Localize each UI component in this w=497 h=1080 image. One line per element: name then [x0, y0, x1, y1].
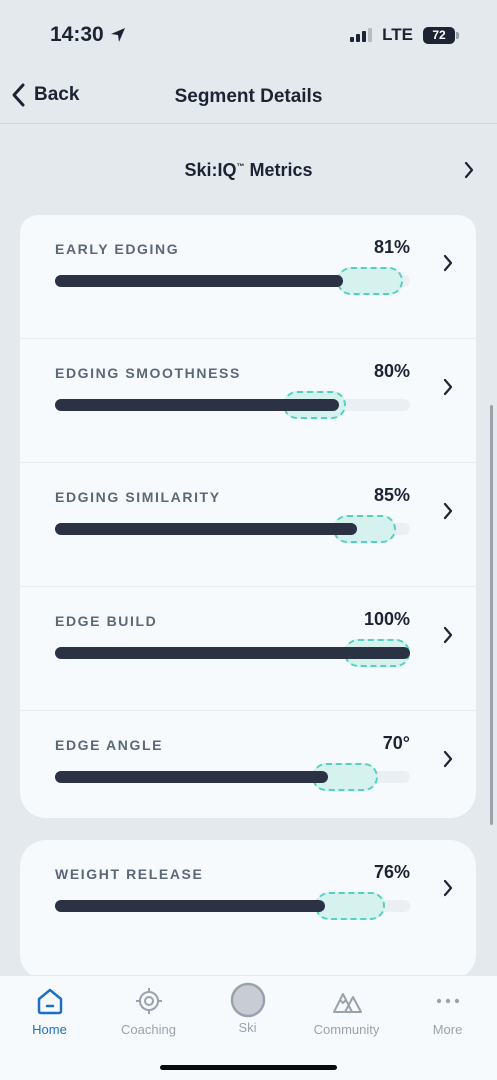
clock-text: 14:30: [50, 23, 104, 46]
skiiq-metrics-label: Ski:IQ™ Metrics: [184, 159, 313, 180]
metric-progress-fill: [55, 523, 357, 535]
home-icon: [37, 988, 62, 1015]
metric-progress-fill: [55, 399, 339, 411]
target-icon: [135, 988, 162, 1014]
metric-name: EDGING SIMILARITY: [55, 489, 221, 505]
metric-progress-track: [55, 639, 410, 667]
metric-value: 100%: [363, 609, 410, 629]
metric-progress-track: [55, 892, 410, 920]
chevron-right-icon: [443, 378, 453, 396]
metric-progress-fill: [55, 900, 325, 912]
nav-bar: Back Segment Details: [0, 70, 497, 124]
tab-coaching-label: Coaching: [121, 1022, 176, 1037]
metric-value: 81%: [373, 237, 410, 257]
tab-home[interactable]: Home: [0, 976, 99, 1046]
metric-value: 76%: [373, 862, 410, 882]
location-arrow-icon: [110, 28, 125, 42]
metric-value: 70°: [382, 733, 410, 753]
back-button[interactable]: Back: [10, 82, 79, 108]
edging-metrics-card: EARLY EDGING 81% EDGING SMOOTHNESS 80% EDGIN…: [20, 215, 476, 818]
metric-row[interactable]: WEIGHT RELEASE 76%: [20, 840, 476, 964]
metric-target-range: [315, 892, 386, 920]
tab-coaching[interactable]: Coaching: [99, 976, 198, 1046]
metric-row[interactable]: EDGING SIMILARITY 85%: [20, 463, 476, 587]
status-bar: 14:30 LTE 72: [0, 0, 497, 70]
metric-progress-fill: [55, 647, 410, 659]
metric-target-range: [336, 267, 403, 295]
metric-progress-track: [55, 391, 410, 419]
metric-name: EDGE ANGLE: [55, 737, 164, 753]
metric-progress-fill: [55, 771, 329, 783]
skiiq-metrics-link[interactable]: Ski:IQ™ Metrics: [0, 125, 497, 215]
metric-value: 85%: [373, 485, 410, 505]
metric-name: EARLY EDGING: [55, 241, 180, 257]
metric-progress-fill: [55, 275, 343, 287]
metric-progress-track: [55, 763, 410, 791]
chevron-right-icon: [464, 161, 474, 179]
scroll-indicator[interactable]: [490, 405, 493, 825]
chevron-right-icon: [443, 626, 453, 644]
chevron-right-icon: [443, 879, 453, 897]
tab-community[interactable]: Community: [297, 976, 396, 1046]
tab-more-label: More: [432, 1022, 463, 1037]
tab-ski[interactable]: Ski: [198, 976, 297, 1046]
status-time: 14:30: [50, 23, 126, 47]
more-dots-icon: [436, 998, 459, 1004]
chevron-right-icon: [443, 502, 453, 520]
tab-more[interactable]: More: [398, 976, 497, 1046]
chevron-right-icon: [443, 254, 453, 272]
metric-name: EDGE BUILD: [55, 613, 158, 629]
metric-name: WEIGHT RELEASE: [55, 866, 204, 882]
metric-progress-track: [55, 515, 410, 543]
chevron-left-icon: [12, 83, 25, 107]
battery-level: 72: [432, 28, 446, 42]
metric-row[interactable]: EDGE BUILD 100%: [20, 587, 476, 711]
ski-circle-icon: [230, 982, 265, 1018]
mountains-icon: [332, 993, 362, 1013]
metric-value: 80%: [373, 361, 410, 381]
chevron-right-icon: [443, 750, 453, 768]
home-indicator: [160, 1065, 337, 1070]
signal-icon: [350, 28, 373, 42]
status-indicators: LTE 72: [350, 25, 459, 45]
metric-progress-track: [55, 267, 410, 295]
tab-home-label: Home: [32, 1022, 67, 1037]
battery-icon: 72: [423, 26, 459, 44]
tab-bar: Home Coaching Ski Community More: [0, 975, 497, 1080]
back-label: Back: [34, 84, 80, 105]
metric-row[interactable]: EDGE ANGLE 70°: [20, 711, 476, 818]
metric-name: EDGING SMOOTHNESS: [55, 365, 241, 381]
metric-row[interactable]: EARLY EDGING 81%: [20, 215, 476, 339]
tab-community-label: Community: [313, 1022, 380, 1037]
weight-metrics-card: WEIGHT RELEASE 76%: [20, 840, 476, 980]
tab-ski-label: Ski: [238, 1020, 257, 1035]
metric-row[interactable]: EDGING SMOOTHNESS 80%: [20, 339, 476, 463]
network-type: LTE: [382, 25, 413, 44]
